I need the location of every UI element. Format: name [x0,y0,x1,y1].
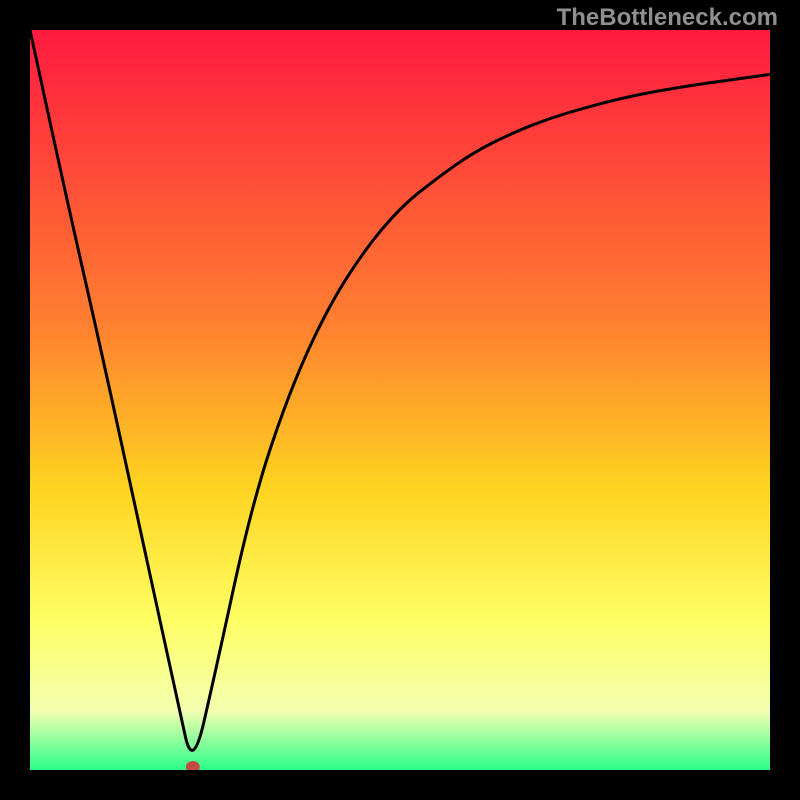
watermark-label: TheBottleneck.com [557,4,778,32]
gradient-background [30,30,770,770]
chart-frame: TheBottleneck.com [0,0,800,800]
chart-svg [30,30,770,770]
plot-area [30,30,770,770]
